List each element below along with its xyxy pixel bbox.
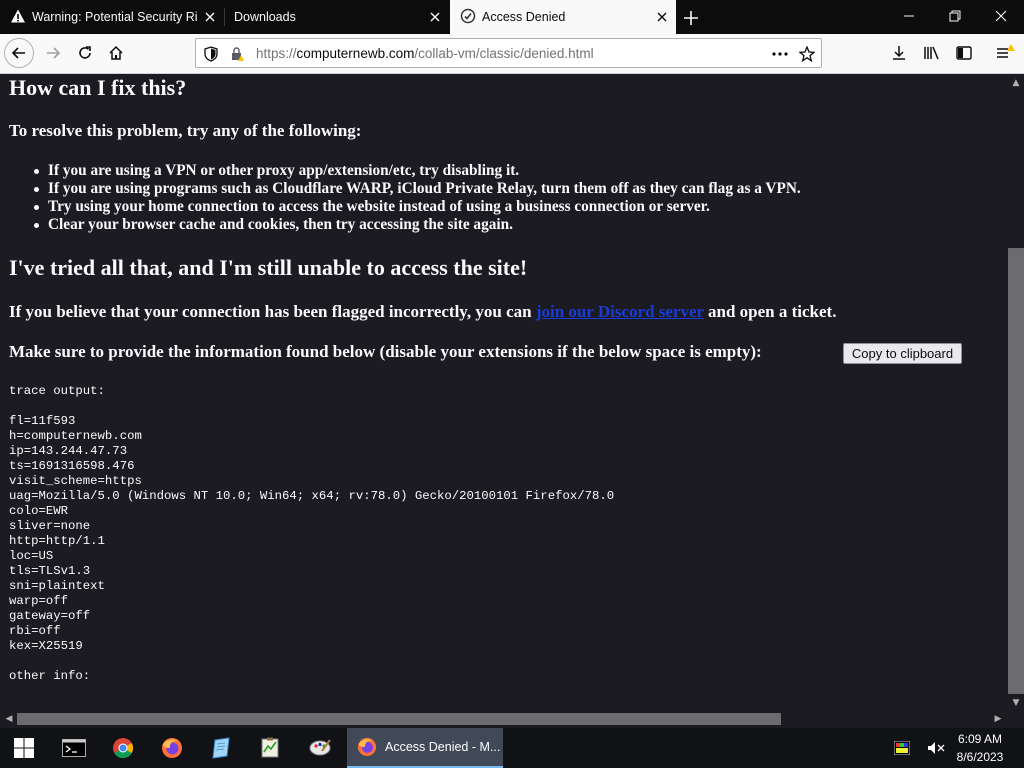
downloads-icon[interactable] <box>884 38 914 68</box>
horizontal-scroll-thumb[interactable] <box>17 713 781 725</box>
list-item: Clear your browser cache and cookies, th… <box>34 216 801 234</box>
volume-muted-icon[interactable] <box>924 728 948 768</box>
notepad-icon[interactable] <box>197 728 245 768</box>
navigation-toolbar: https://computernewb.com/collab-vm/class… <box>0 34 1024 74</box>
tab-downloads[interactable]: Downloads <box>225 0 449 34</box>
display-icon[interactable] <box>890 728 914 768</box>
trace-line: sliver=none <box>9 519 91 533</box>
trace-line: ts=1691316598.476 <box>9 459 135 473</box>
restore-icon[interactable] <box>932 0 978 32</box>
menu-icon[interactable] <box>990 38 1020 68</box>
other-info-label: other info: <box>9 669 91 683</box>
scroll-right-arrow-icon[interactable]: ▶ <box>992 713 1004 725</box>
trace-header: trace output: <box>9 384 105 398</box>
trace-output: trace output: fl=11f593 h=computernewb.co… <box>9 384 614 684</box>
trace-line: loc=US <box>9 549 54 563</box>
clock[interactable]: 6:09 AM 8/6/2023 <box>950 730 1010 766</box>
task-manager-icon[interactable] <box>246 728 294 768</box>
close-tab-icon[interactable] <box>202 9 218 25</box>
trace-line: tls=TLSv1.3 <box>9 564 91 578</box>
back-icon[interactable] <box>4 38 34 68</box>
trace-line: http=http/1.1 <box>9 534 105 548</box>
vertical-scroll-thumb[interactable] <box>1008 248 1024 694</box>
trace-line: visit_scheme=https <box>9 474 142 488</box>
terminal-icon[interactable] <box>50 728 98 768</box>
list-item: Try using your home connection to access… <box>34 198 801 216</box>
tab-strip: Warning: Potential Security Risk Ahead D… <box>0 0 1024 34</box>
trace-line: ip=143.244.47.73 <box>9 444 128 458</box>
provide-info-text: Make sure to provide the information fou… <box>9 342 762 361</box>
sidebar-icon[interactable] <box>949 38 979 68</box>
heading-still-unable: I've tried all that, and I'm still unabl… <box>9 255 528 280</box>
scroll-up-arrow-icon[interactable]: ▲ <box>1010 77 1022 89</box>
heading-how-to-fix: How can I fix this? <box>9 75 187 100</box>
flagged-paragraph: If you believe that your connection has … <box>9 302 837 321</box>
trace-line: gateway=off <box>9 609 91 623</box>
trace-line: rbi=off <box>9 624 61 638</box>
page-content: How can I fix this? To resolve this prob… <box>0 75 1008 711</box>
trace-line: fl=11f593 <box>9 414 76 428</box>
scroll-down-arrow-icon[interactable]: ▼ <box>1010 697 1022 709</box>
taskbar: Access Denied - M... 6:09 AM 8/6/2023 <box>0 728 1024 768</box>
list-item: If you are using programs such as Cloudf… <box>34 180 801 197</box>
chrome-icon[interactable] <box>99 728 147 768</box>
tab-label: Warning: Potential Security Risk Ahead <box>32 10 197 24</box>
library-icon[interactable] <box>917 38 947 68</box>
shield-badge-icon <box>460 8 476 27</box>
taskbar-window-label: Access Denied - M... <box>385 740 501 754</box>
close-tab-icon[interactable] <box>654 9 670 25</box>
url-text: https://computernewb.com/collab-vm/class… <box>256 46 594 61</box>
start-icon[interactable] <box>0 728 48 768</box>
trace-line: sni=plaintext <box>9 579 105 593</box>
scroll-left-arrow-icon[interactable]: ◀ <box>3 713 15 725</box>
trace-line: uag=Mozilla/5.0 (Windows NT 10.0; Win64;… <box>9 489 615 503</box>
clock-date: 8/6/2023 <box>956 750 1004 764</box>
firefox-icon <box>357 737 377 757</box>
forward-icon[interactable] <box>38 38 68 68</box>
tab-security-warning[interactable]: Warning: Potential Security Risk Ahead <box>0 0 224 34</box>
url-bar[interactable]: https://computernewb.com/collab-vm/class… <box>195 38 822 68</box>
list-item: If you are using a VPN or other proxy ap… <box>34 162 801 180</box>
taskbar-active-window[interactable]: Access Denied - M... <box>347 728 503 768</box>
copy-to-clipboard-button[interactable]: Copy to clipboard <box>843 343 962 364</box>
trace-line: h=computernewb.com <box>9 429 142 443</box>
close-tab-icon[interactable] <box>427 9 443 25</box>
trace-line: warp=off <box>9 594 69 608</box>
trace-line: colo=EWR <box>9 504 69 518</box>
bookmark-star-icon[interactable] <box>798 45 816 63</box>
clock-time: 6:09 AM <box>957 732 1003 746</box>
discord-link[interactable]: join our Discord server <box>536 302 704 321</box>
tracking-shield-icon[interactable] <box>202 45 220 63</box>
warning-icon <box>10 8 26 27</box>
trace-line: kex=X25519 <box>9 639 83 653</box>
new-tab-icon[interactable] <box>680 7 702 29</box>
firefox-icon[interactable] <box>148 728 196 768</box>
resolve-intro: To resolve this problem, try any of the … <box>9 121 362 140</box>
tab-label: Access Denied <box>482 10 566 24</box>
home-icon[interactable] <box>101 38 131 68</box>
tab-access-denied[interactable]: Access Denied <box>450 0 676 34</box>
page-actions-icon[interactable] <box>771 45 789 63</box>
reload-icon[interactable] <box>70 38 100 68</box>
lock-icon[interactable] <box>228 45 246 63</box>
window-close-icon[interactable] <box>978 0 1024 32</box>
minimize-icon[interactable] <box>886 0 932 32</box>
fix-list: If you are using a VPN or other proxy ap… <box>34 162 801 234</box>
paint-icon[interactable] <box>296 728 344 768</box>
tab-label: Downloads <box>234 10 296 24</box>
